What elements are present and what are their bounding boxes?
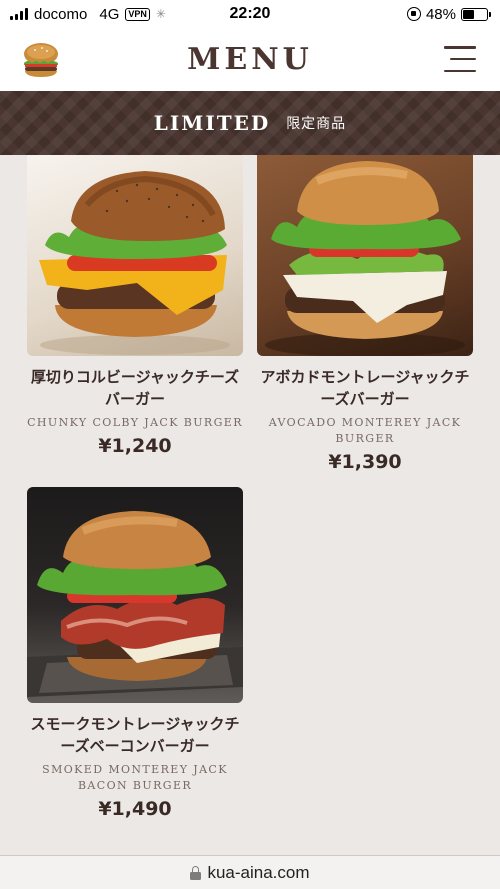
- lock-icon: [190, 865, 202, 880]
- vpn-badge: VPN: [125, 7, 150, 21]
- limited-banner: LIMITED 限定商品: [0, 91, 500, 155]
- product-name-en: SMOKED MONTEREY JACK BACON BURGER: [42, 763, 228, 792]
- signal-icon: [10, 8, 28, 20]
- product-price: ¥1,490: [98, 798, 172, 820]
- browser-url-bar[interactable]: kua-aina.com: [0, 855, 500, 889]
- product-card[interactable]: スモークモントレージャックチーズベーコンバーガー SMOKED MONTEREY…: [27, 487, 243, 820]
- loading-spinner-icon: ✳: [155, 7, 166, 21]
- hamburger-menu-icon[interactable]: [444, 46, 476, 72]
- product-price: ¥1,240: [98, 435, 172, 457]
- product-card[interactable]: 厚切りコルビージャックチーズバーガー CHUNKY COLBY JACK BUR…: [27, 155, 243, 457]
- product-name-ja: 厚切りコルビージャックチーズバーガー: [30, 368, 240, 408]
- site-header: MENU: [0, 28, 500, 91]
- product-card[interactable]: アボカドモントレージャックチーズバーガー AVOCADO MONTEREY JA…: [257, 155, 473, 473]
- burger-logo-icon[interactable]: [20, 39, 62, 81]
- product-name-ja: スモークモントレージャックチーズベーコンバーガー: [30, 715, 240, 755]
- carrier-label: docomo: [34, 5, 88, 23]
- status-bar: docomo 4G VPN ✳ 22:20 48%: [0, 0, 500, 28]
- orientation-lock-icon: [406, 7, 421, 21]
- product-image[interactable]: [27, 155, 243, 356]
- network-label: 4G: [99, 5, 120, 23]
- battery-percent: 48%: [425, 5, 456, 23]
- product-name-en: CHUNKY COLBY JACK BURGER: [27, 416, 243, 429]
- battery-icon: [461, 7, 491, 21]
- product-name-ja: アボカドモントレージャックチーズバーガー: [260, 368, 470, 408]
- banner-title: LIMITED: [153, 111, 271, 135]
- url-text[interactable]: kua-aina.com: [207, 863, 309, 883]
- product-name-en: AVOCADO MONTEREY JACK BURGER: [268, 416, 462, 445]
- clock: 22:20: [229, 5, 271, 22]
- product-image[interactable]: [27, 487, 243, 703]
- banner-subtitle: 限定商品: [286, 116, 347, 132]
- product-image[interactable]: [257, 155, 473, 356]
- page-title: MENU: [187, 42, 313, 77]
- product-price: ¥1,390: [328, 451, 402, 473]
